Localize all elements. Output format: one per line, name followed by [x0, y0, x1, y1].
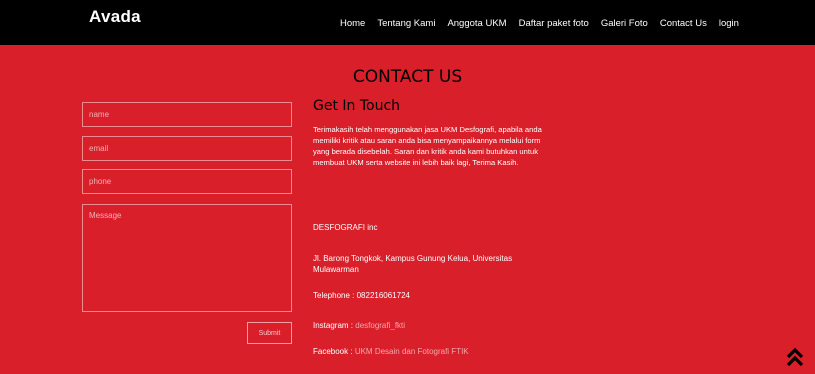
name-input[interactable] [82, 102, 292, 127]
instagram-line: Instagram : desfografi_fkti [313, 320, 553, 331]
nav-login[interactable]: login [719, 18, 739, 29]
submit-button[interactable]: Submit [247, 322, 292, 344]
nav-tentang-kami[interactable]: Tentang Kami [377, 18, 435, 29]
org-name: DESFOGRAFI inc [313, 223, 378, 232]
facebook-label: Facebook : [313, 347, 353, 356]
page-title: CONTACT US [352, 67, 463, 87]
email-input[interactable] [82, 136, 292, 161]
double-chevron-up-icon [786, 347, 804, 367]
telephone: Telephone : 082216061724 [313, 291, 410, 300]
nav-anggota-ukm[interactable]: Anggota UKM [447, 18, 506, 29]
nav-contact-us[interactable]: Contact Us [660, 18, 707, 29]
info-paragraph: Terimakasih telah menggunakan jasa UKM D… [313, 125, 542, 167]
main-nav: Home Tentang Kami Anggota UKM Daftar pak… [340, 18, 775, 29]
nav-galeri-foto[interactable]: Galeri Foto [601, 18, 648, 29]
info-heading: Get In Touch [313, 98, 401, 114]
address: Jl. Barong Tongkok, Kampus Gunung Kelua,… [313, 254, 513, 274]
navbar: Avada Home Tentang Kami Anggota UKM Daft… [0, 0, 815, 45]
facebook-line: Facebook : UKM Desain dan Fotografi FTIK [313, 346, 553, 357]
scroll-to-top-button[interactable] [782, 344, 808, 370]
message-textarea[interactable] [82, 204, 292, 312]
nav-home[interactable]: Home [340, 18, 365, 29]
phone-input[interactable] [82, 169, 292, 194]
contact-info: Get In Touch Terimakasih telah menggunak… [313, 98, 548, 168]
facebook-link[interactable]: UKM Desain dan Fotografi FTIK [355, 347, 469, 356]
instagram-link[interactable]: desfografi_fkti [355, 321, 405, 330]
nav-daftar-paket-foto[interactable]: Daftar paket foto [519, 18, 589, 29]
brand-logo[interactable]: Avada [89, 7, 141, 27]
instagram-label: Instagram : [313, 321, 354, 330]
